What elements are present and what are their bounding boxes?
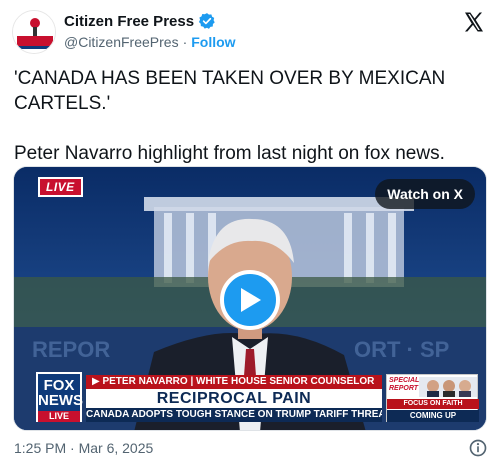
fox-news-logo: FOX NEWS LIVE bbox=[36, 372, 83, 422]
display-name[interactable]: Citizen Free Press bbox=[64, 13, 194, 30]
tweet-card: Citizen Free Press @CitizenFreePres · Fo… bbox=[0, 0, 500, 463]
verified-badge-icon bbox=[198, 13, 215, 29]
chyron-nameplate: ▶ PETER NAVARRO | WHITE HOUSE SENIOR COU… bbox=[86, 375, 382, 389]
chyron-subline: CANADA ADOPTS TOUGH STANCE ON TRUMP TARI… bbox=[86, 408, 382, 422]
backdrop-text-right: ORT · SP bbox=[354, 337, 449, 362]
coming-up-label: COMING UP bbox=[387, 410, 479, 422]
watch-on-x-button[interactable]: Watch on X bbox=[375, 179, 475, 209]
citizen-free-press-logo-icon bbox=[13, 11, 55, 53]
live-badge: LIVE bbox=[38, 177, 83, 197]
handle-row: @CitizenFreePres · Follow bbox=[64, 34, 236, 50]
handle[interactable]: @CitizenFreePres bbox=[64, 34, 179, 50]
anchor-faces-image bbox=[419, 377, 477, 397]
fox-logo-live: LIVE bbox=[38, 411, 80, 422]
play-icon bbox=[241, 288, 261, 312]
separator-dot: · bbox=[182, 34, 188, 50]
tweet-text: 'CANADA HAS BEEN TAKEN OVER BY MEXICAN C… bbox=[14, 68, 446, 164]
avatar[interactable] bbox=[12, 10, 56, 54]
follow-button[interactable]: Follow bbox=[191, 34, 235, 50]
focus-on-faith-label: FOCUS ON FAITH bbox=[387, 399, 479, 409]
fox-logo-sub: NEWS bbox=[38, 392, 83, 409]
name-row: Citizen Free Press bbox=[64, 12, 216, 30]
play-button[interactable] bbox=[220, 270, 280, 330]
video-player[interactable]: REPOR ORT · SP LIVE Watch on X FOX NEWS … bbox=[13, 166, 487, 431]
x-logo-icon[interactable] bbox=[462, 10, 486, 34]
tweet-timestamp[interactable]: 1:25 PM · Mar 6, 2025 bbox=[14, 440, 153, 456]
info-icon[interactable] bbox=[468, 438, 488, 458]
backdrop-text-left: REPOR bbox=[32, 337, 110, 362]
special-report-box: SPECIAL REPORT FOCUS ON FAITH COMING UP bbox=[386, 374, 479, 422]
chyron-headline: RECIPROCAL PAIN bbox=[86, 389, 382, 408]
special-report-label: SPECIAL REPORT bbox=[389, 377, 420, 392]
